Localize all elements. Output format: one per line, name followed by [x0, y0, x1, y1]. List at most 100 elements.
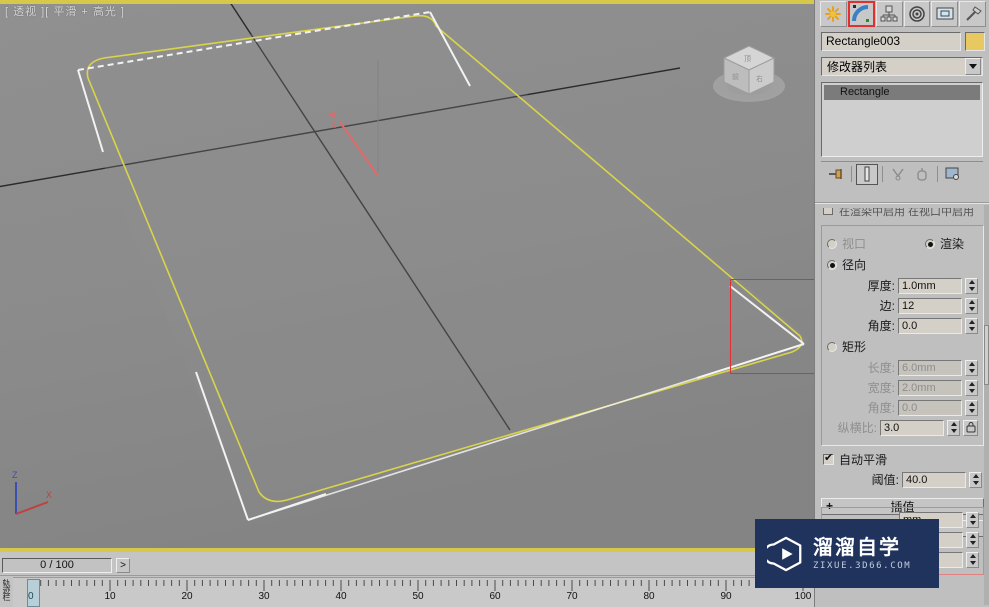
- radial-label: 径向: [842, 258, 867, 272]
- enable-in-renderer-row[interactable]: 在渲染中启用 在视口中启用: [823, 208, 982, 221]
- rect-angle-spinner[interactable]: [965, 399, 978, 416]
- star-icon: [825, 6, 842, 22]
- object-name-row: Rectangle003: [821, 32, 985, 51]
- time-bar-area: 0 / 100 > 轨迹栏 0 10 20 30 40 50 60 70 80 90 100: [0, 552, 814, 607]
- svg-text:顶: 顶: [744, 55, 751, 63]
- hidden-spinner-1[interactable]: [966, 511, 979, 528]
- enable-checkbox[interactable]: [823, 208, 833, 215]
- svg-text:右: 右: [756, 74, 763, 83]
- command-panel-tabs: [815, 0, 989, 29]
- tick-label-40: 40: [335, 591, 347, 602]
- hidden-spinner-3[interactable]: [966, 551, 979, 568]
- object-color-swatch[interactable]: [965, 32, 985, 51]
- create-tab[interactable]: [820, 1, 847, 27]
- auto-smooth-row[interactable]: 自动平滑: [823, 451, 984, 468]
- svg-text:Z: Z: [12, 470, 18, 480]
- rect-angle-label: 角度:: [867, 401, 895, 415]
- aspect-input[interactable]: 3.0: [880, 419, 944, 436]
- rollout-divider: [815, 202, 989, 204]
- selection-rectangle: [730, 279, 814, 374]
- next-frame-button[interactable]: >: [116, 558, 130, 573]
- render-radio[interactable]: [924, 238, 935, 249]
- width-row: 宽度: 2.0mm: [827, 379, 978, 396]
- length-input[interactable]: 6.0mm: [898, 359, 962, 376]
- modifier-list-dropdown[interactable]: 修改器列表: [821, 57, 983, 76]
- threshold-input[interactable]: 40.0: [902, 471, 966, 488]
- rectangular-radio-row: 矩形: [827, 338, 978, 355]
- radial-angle-row: 角度: 0.0: [827, 317, 978, 334]
- svg-text:X: X: [330, 120, 336, 130]
- panel-scrollbar-thumb[interactable]: [984, 325, 989, 385]
- radial-radio[interactable]: [827, 259, 837, 270]
- panel-scrollbar[interactable]: [984, 205, 989, 605]
- sides-row: 边: 12: [827, 297, 978, 314]
- configure-sets-button[interactable]: [942, 163, 964, 185]
- 3dsmax-window: X [ 透视 ][ 平滑 + 高光 ] 顶 前 右 Z X Rectangle0…: [0, 0, 989, 607]
- rect-angle-row: 角度: 0.0: [827, 399, 978, 416]
- hidden-spinner-2[interactable]: [966, 531, 979, 548]
- modifier-stack[interactable]: Rectangle: [821, 82, 983, 157]
- tick-label-90: 90: [720, 591, 732, 602]
- pin-stack-button[interactable]: [825, 163, 847, 185]
- pin-icon: [829, 169, 842, 179]
- tick-label-80: 80: [643, 591, 655, 602]
- current-frame-display[interactable]: 0 / 100: [2, 558, 112, 573]
- threshold-spinner[interactable]: [969, 471, 982, 488]
- show-end-result-button[interactable]: [856, 163, 878, 185]
- render-radio-label: 渲染: [939, 237, 964, 251]
- utilities-tab[interactable]: [959, 1, 986, 27]
- viewport-scene: X: [0, 0, 814, 552]
- modifier-stack-toolbar: [821, 161, 983, 186]
- watermark-text: 溜溜自学 ZIXUE.3D66.COM: [813, 537, 911, 571]
- radial-angle-input[interactable]: 0.0: [898, 317, 962, 334]
- rendering-group: 视口 渲染 径向 厚度: 1.0mm 边: 12 角度: 0.0 矩形 长度: …: [821, 225, 984, 446]
- track-bar-label: 轨迹栏: [2, 579, 11, 600]
- length-spinner[interactable]: [965, 359, 978, 376]
- target-icon: [909, 6, 925, 22]
- radial-radio-row: 径向: [827, 256, 978, 273]
- thickness-input[interactable]: 1.0mm: [898, 277, 962, 294]
- tick-label-50: 50: [412, 591, 424, 602]
- viewport-radio[interactable]: [827, 238, 837, 249]
- make-unique-button[interactable]: [887, 163, 909, 185]
- tick-label-70: 70: [566, 591, 578, 602]
- aspect-label: 纵横比:: [837, 421, 877, 435]
- tick-label-20: 20: [181, 591, 193, 602]
- width-spinner[interactable]: [965, 379, 978, 396]
- sides-input[interactable]: 12: [898, 297, 962, 314]
- auto-smooth-checkbox[interactable]: [823, 452, 834, 465]
- rectangular-radio[interactable]: [827, 341, 837, 352]
- viewport-render-radios: 视口 渲染: [827, 235, 978, 252]
- remove-modifier-button[interactable]: [911, 163, 933, 185]
- viewport-label[interactable]: [ 透视 ][ 平滑 + 高光 ]: [5, 3, 125, 19]
- chevron-down-icon[interactable]: [965, 58, 981, 75]
- length-row: 长度: 6.0mm: [827, 359, 978, 376]
- length-label: 长度:: [867, 361, 895, 375]
- radial-angle-spinner[interactable]: [965, 317, 978, 334]
- thickness-spinner[interactable]: [965, 277, 978, 294]
- arc-icon: [852, 5, 870, 22]
- monitor-icon: [936, 7, 954, 20]
- perspective-viewport[interactable]: X [ 透视 ][ 平滑 + 高光 ] 顶 前 右 Z X: [0, 0, 814, 552]
- width-input[interactable]: 2.0mm: [898, 379, 962, 396]
- motion-tab[interactable]: [903, 1, 931, 27]
- viewport-radio-label: 视口: [842, 237, 867, 251]
- modifier-list-label: 修改器列表: [827, 60, 888, 74]
- threshold-row: 阈值: 40.0: [815, 471, 982, 488]
- time-slider-value: 0: [28, 591, 34, 602]
- track-bar[interactable]: 0 10 20 30 40 50 60 70 80 90 100: [13, 577, 814, 607]
- configure-icon: [945, 167, 959, 180]
- hierarchy-tab[interactable]: [875, 1, 903, 27]
- object-name-field[interactable]: Rectangle003: [821, 32, 961, 51]
- watermark: 溜溜自学 ZIXUE.3D66.COM: [755, 519, 939, 588]
- aspect-lock-button[interactable]: [963, 419, 978, 436]
- display-tab[interactable]: [931, 1, 959, 27]
- command-panel: Rectangle003 修改器列表 Rectangle 在渲染中启用 在视口中…: [814, 0, 989, 607]
- modifier-stack-item-rectangle[interactable]: Rectangle: [824, 85, 980, 100]
- rect-angle-input[interactable]: 0.0: [898, 399, 962, 416]
- radial-angle-label: 角度:: [867, 319, 895, 333]
- view-cube[interactable]: 顶 前 右: [706, 36, 792, 108]
- sides-spinner[interactable]: [965, 297, 978, 314]
- aspect-spinner[interactable]: [947, 419, 960, 436]
- modify-tab[interactable]: [847, 1, 875, 27]
